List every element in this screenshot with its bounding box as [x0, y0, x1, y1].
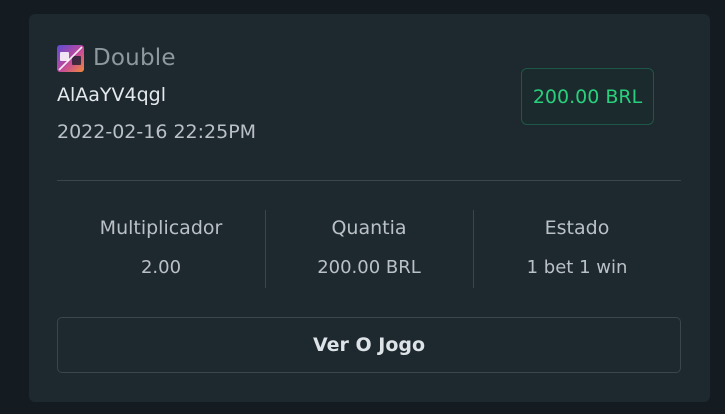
- bet-date: 2022-02-16 22:25PM: [57, 121, 257, 143]
- bet-id: AlAaYV4qgl: [57, 84, 167, 106]
- stat-amount: Quantia 200.00 BRL: [265, 210, 473, 288]
- game-header: Double: [57, 42, 176, 74]
- bet-history-card: Double AlAaYV4qgl 2022-02-16 22:25PM 200…: [29, 14, 710, 402]
- stat-label: Quantia: [331, 217, 407, 239]
- double-game-icon: [57, 44, 84, 72]
- amount-badge: 200.00 BRL: [521, 68, 654, 125]
- stat-label: Multiplicador: [99, 217, 223, 239]
- view-game-button[interactable]: Ver O Jogo: [57, 317, 681, 373]
- stat-value: 1 bet 1 win: [526, 257, 628, 278]
- stat-multiplier: Multiplicador 2.00: [57, 210, 265, 288]
- stat-label: Estado: [544, 217, 610, 239]
- game-name: Double: [93, 45, 176, 71]
- stat-value: 200.00 BRL: [317, 257, 421, 278]
- bet-stats: Multiplicador 2.00 Quantia 200.00 BRL Es…: [57, 210, 681, 288]
- divider: [57, 180, 681, 181]
- stat-value: 2.00: [140, 257, 182, 278]
- stat-status: Estado 1 bet 1 win: [473, 210, 681, 288]
